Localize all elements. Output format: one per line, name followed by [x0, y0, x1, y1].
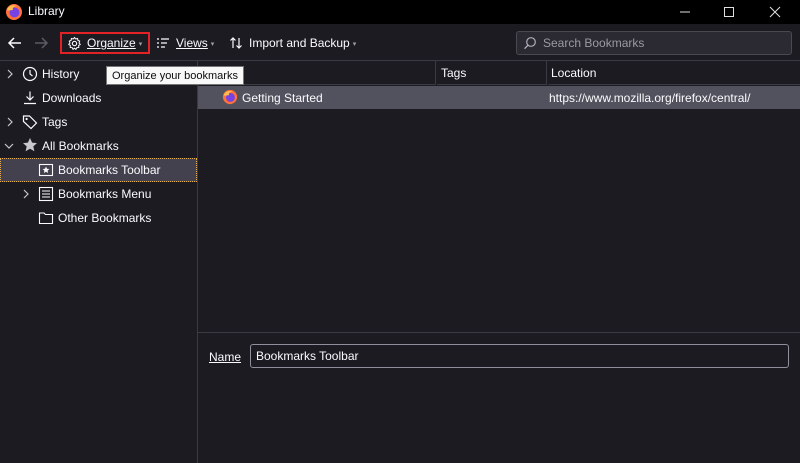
name-label: Name: [209, 350, 242, 364]
search-box[interactable]: [516, 31, 792, 55]
column-header-location[interactable]: Location: [548, 61, 800, 85]
sidebar-item-downloads[interactable]: Downloads: [0, 86, 197, 110]
chevron-down-icon: ▾: [138, 41, 143, 48]
chevron-down-icon[interactable]: [4, 141, 14, 151]
organize-button[interactable]: Organize ▾: [60, 32, 150, 54]
chevron-right-icon[interactable]: [5, 69, 15, 79]
column-header-tags[interactable]: Tags: [437, 61, 547, 85]
views-label: Views: [176, 36, 208, 50]
maximize-button[interactable]: [706, 0, 752, 24]
firefox-logo-icon: [5, 3, 23, 21]
sidebar-item-bookmarks-menu[interactable]: Bookmarks Menu: [0, 182, 197, 206]
back-arrow-icon[interactable]: [6, 34, 24, 52]
bookmarks-menu-icon: [38, 186, 54, 202]
bookmarks-toolbar-icon: [38, 162, 54, 178]
import-backup-button[interactable]: Import and Backup ▾: [229, 32, 356, 54]
import-export-icon: [229, 36, 243, 50]
import-backup-label: Import and Backup: [249, 36, 350, 50]
sidebar-item-tags[interactable]: Tags: [0, 110, 197, 134]
sidebar-item-label: Bookmarks Toolbar: [58, 163, 161, 177]
forward-arrow-icon[interactable]: [32, 34, 50, 52]
name-field[interactable]: [250, 344, 789, 368]
sidebar-item-label: History: [42, 67, 80, 81]
views-button[interactable]: Views ▾: [156, 32, 214, 54]
organize-label: Organize: [87, 36, 136, 50]
download-icon: [22, 90, 38, 106]
close-button[interactable]: [752, 0, 798, 24]
list-icon: [156, 36, 170, 50]
tooltip: Organize your bookmarks: [106, 66, 244, 85]
clock-icon: [22, 66, 38, 82]
tag-icon: [22, 114, 38, 130]
chevron-right-icon[interactable]: [21, 189, 31, 199]
chevron-down-icon: ▾: [352, 41, 357, 48]
sidebar-item-bookmarks-toolbar[interactable]: Bookmarks Toolbar: [0, 158, 197, 182]
table-row[interactable]: Getting Started https://www.mozilla.org/…: [198, 86, 800, 109]
window-title: Library: [28, 4, 65, 18]
chevron-right-icon[interactable]: [5, 117, 15, 127]
sidebar-item-label: Bookmarks Menu: [58, 187, 152, 201]
sidebar-item-label: Tags: [42, 115, 68, 129]
search-icon: [523, 36, 537, 50]
bookmark-name-cell: Getting Started: [242, 91, 323, 105]
bookmark-location-cell: https://www.mozilla.org/firefox/central/: [549, 91, 751, 105]
star-icon: [22, 137, 38, 153]
sidebar-item-all-bookmarks[interactable]: All Bookmarks: [0, 134, 197, 158]
gear-icon: [67, 36, 82, 51]
chevron-down-icon: ▾: [210, 41, 215, 48]
folder-icon: [38, 210, 54, 226]
search-input[interactable]: [541, 35, 785, 51]
sidebar-item-label: All Bookmarks: [42, 139, 119, 153]
firefox-logo-icon: [222, 89, 238, 105]
sidebar-item-other-bookmarks[interactable]: Other Bookmarks: [0, 206, 197, 230]
sidebar-item-label: Other Bookmarks: [58, 211, 152, 225]
minimize-button[interactable]: [662, 0, 708, 24]
sidebar-item-label: Downloads: [42, 91, 102, 105]
